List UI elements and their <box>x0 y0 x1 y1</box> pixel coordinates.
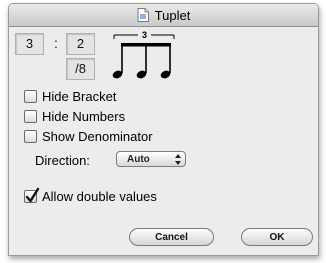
window-title: Tuplet <box>154 7 191 23</box>
show-denominator-checkbox[interactable] <box>24 129 37 143</box>
numerator-field[interactable]: 3 <box>15 33 44 55</box>
ok-button[interactable]: OK <box>241 228 313 246</box>
allow-double-checkbox[interactable] <box>24 187 40 203</box>
allow-double-option[interactable]: Allow double values <box>24 187 157 204</box>
popup-arrows-icon <box>175 154 181 168</box>
tuplet-dialog: Tuplet 3 : 2 /8 3 Hide Bracket Hide Numb… <box>8 3 319 256</box>
hide-bracket-option[interactable]: Hide Bracket <box>24 88 116 104</box>
hide-numbers-label: Hide Numbers <box>42 108 126 124</box>
dialog-content: 3 : 2 /8 3 Hide Bracket Hide Numbers Sho… <box>9 27 318 255</box>
bracket-number: 3 <box>142 30 147 40</box>
title-bar[interactable]: Tuplet <box>9 4 318 27</box>
ratio-separator: : <box>54 35 58 51</box>
hide-numbers-checkbox[interactable] <box>24 109 37 123</box>
checkmark-icon <box>25 187 40 202</box>
tuplet-bracket-icon: 3 <box>112 30 175 79</box>
cancel-button[interactable]: Cancel <box>129 228 214 246</box>
document-icon <box>137 8 149 22</box>
unit-field[interactable]: /8 <box>66 58 95 80</box>
hide-numbers-option[interactable]: Hide Numbers <box>24 108 125 124</box>
show-denominator-label: Show Denominator <box>42 128 153 144</box>
show-denominator-option[interactable]: Show Denominator <box>24 128 153 144</box>
hide-bracket-label: Hide Bracket <box>42 88 117 104</box>
direction-value: Auto <box>127 154 150 165</box>
hide-bracket-checkbox[interactable] <box>24 89 37 103</box>
denominator-field[interactable]: 2 <box>66 33 95 55</box>
allow-double-label: Allow double values <box>42 188 157 204</box>
tuplet-preview: 3 <box>111 29 181 81</box>
direction-popup[interactable]: Auto <box>116 151 186 167</box>
direction-label: Direction: <box>35 153 90 168</box>
